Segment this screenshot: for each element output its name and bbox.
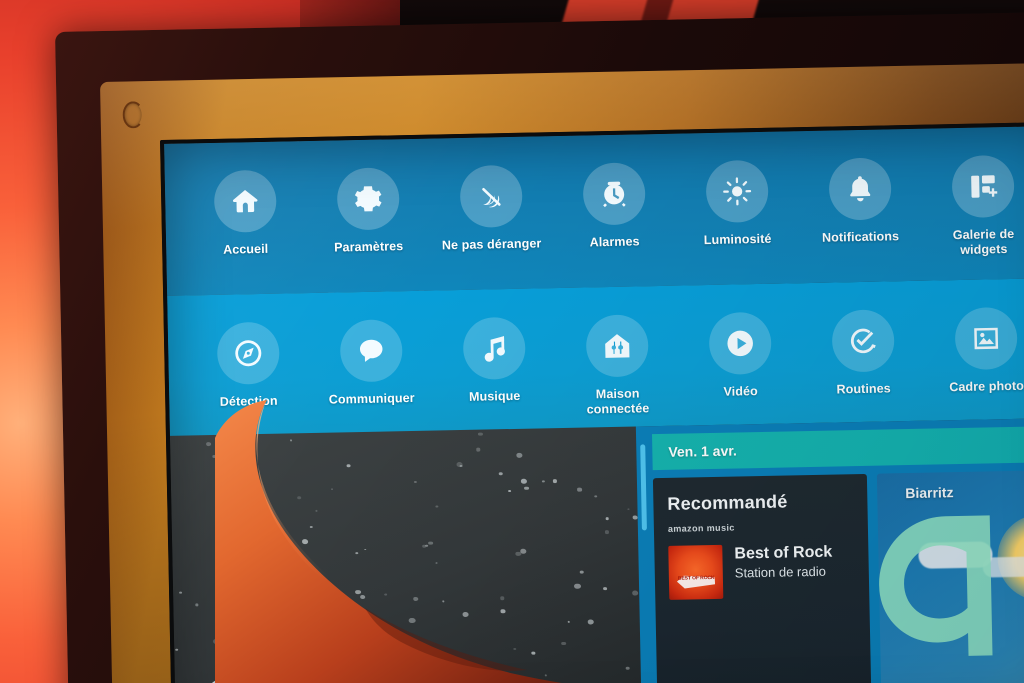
speech-bubble-icon [339,319,403,383]
widget-gallery-icon [950,154,1015,219]
quick-settings-overlay: Accueil Paramètres Ne pas déranger Alarmes L… [164,125,1024,436]
smart-home-icon [585,314,649,378]
quick-setting-label: Communiquer [328,390,415,407]
album-art-label: BEST OF ROCK [677,574,715,582]
quick-setting-param-tres[interactable]: Paramètres [306,167,431,256]
cloud-icon [201,680,237,683]
quick-setting-routines[interactable]: Routines [801,309,926,398]
quick-setting-label: Alarmes [589,234,640,250]
quick-setting-alarmes[interactable]: Alarmes [552,162,677,251]
quick-setting-label: Ne pas déranger [441,236,542,253]
quick-setting-label: Vidéo [723,384,758,399]
quick-setting-notifications[interactable]: Notifications [798,157,923,246]
photo-frame-icon [954,306,1018,371]
album-art: BEST OF ROCK [668,544,724,600]
quick-setting-label: Notifications [821,229,900,245]
home-right-panel: Ven. 1 avr. Recommandé amazon music BEST… [635,417,1024,683]
quick-setting-d-tection[interactable]: Détection [186,321,311,410]
quick-setting-luminosit[interactable]: Luminosité [675,159,800,248]
quick-setting-label: Luminosité [703,231,772,248]
device-screen: Accueil Paramètres Ne pas déranger Alarmes L… [160,121,1024,683]
quick-setting-label: Accueil [222,241,269,257]
quick-setting-label: Galerie de widgets [952,226,1015,257]
compass-detection-icon [216,321,280,385]
do-not-disturb-icon [459,164,523,228]
quick-settings-row-2: Détection Communiquer Musique Maison connec… [167,277,1024,436]
quick-setting-communiquer[interactable]: Communiquer [309,319,434,408]
amazon-music-logo: amazon music [667,522,735,534]
quick-setting-label: Musique [468,388,521,404]
routines-check-icon [831,309,895,373]
quick-setting-label: Détection [219,393,278,409]
lockscreen-left-panel: 11° M [170,427,642,683]
quick-setting-label: Maison connectée [586,386,650,417]
quick-setting-accueil[interactable]: Accueil [183,169,308,258]
track-title: Best of Rock [734,543,833,563]
lockscreen-divider [304,677,308,683]
quick-setting-label: Routines [836,381,891,397]
quick-setting-cadre-photo[interactable]: Cadre photo [924,306,1024,395]
music-note-icon [462,316,526,380]
home-cards: Recommandé amazon music BEST OF ROCK Bes… [652,469,1024,683]
brightness-sun-icon [705,159,769,224]
quick-setting-ne-pas-d-ranger[interactable]: Ne pas déranger [429,164,554,253]
photo-of-echo-show-device: Accueil Paramètres Ne pas déranger Alarmes L… [0,0,1024,683]
home-content: 11° M Ven. 1 avr. Recommandé amazon musi… [170,417,1024,683]
alarm-clock-icon [582,162,646,226]
quick-setting-vid-o[interactable]: Vidéo [678,311,803,400]
play-circle-icon [708,311,772,376]
quick-setting-musique[interactable]: Musique [432,316,557,405]
track-meta: Best of Rock Station de radio [734,543,833,581]
lockscreen-trailing-text: M [320,673,344,683]
date-banner-label: Ven. 1 avr. [668,442,738,460]
quick-setting-label: Paramètres [333,239,404,255]
vertical-scrollbar[interactable] [640,444,647,531]
alexa-a-logo [877,489,1003,662]
date-banner: Ven. 1 avr. [652,425,1024,471]
home-icon [213,169,277,233]
weather-card[interactable]: Biarritz · · · [876,469,1024,683]
track-subtitle: Station de radio [734,563,827,581]
screen-content: Accueil Paramètres Ne pas déranger Alarmes L… [164,125,1024,683]
recommended-card[interactable]: Recommandé amazon music BEST OF ROCK Bes… [652,473,872,683]
quick-setting-label: Cadre photo [949,378,1024,395]
quick-setting-maison-connect-e[interactable]: Maison connectée [555,314,680,418]
track-row[interactable]: BEST OF ROCK Best of Rock Station de rad… [668,542,869,600]
gear-icon [336,167,400,231]
quick-setting-galerie-de-widgets[interactable]: Galerie de widgets [920,154,1024,258]
bell-icon [828,157,892,221]
lockscreen-temperature: 11° [246,673,293,683]
recommended-card-title: Recommandé [667,491,788,514]
quick-settings-row-1: Accueil Paramètres Ne pas déranger Alarmes L… [164,125,1024,296]
lockscreen-weather-strip[interactable]: 11° M [201,672,344,683]
